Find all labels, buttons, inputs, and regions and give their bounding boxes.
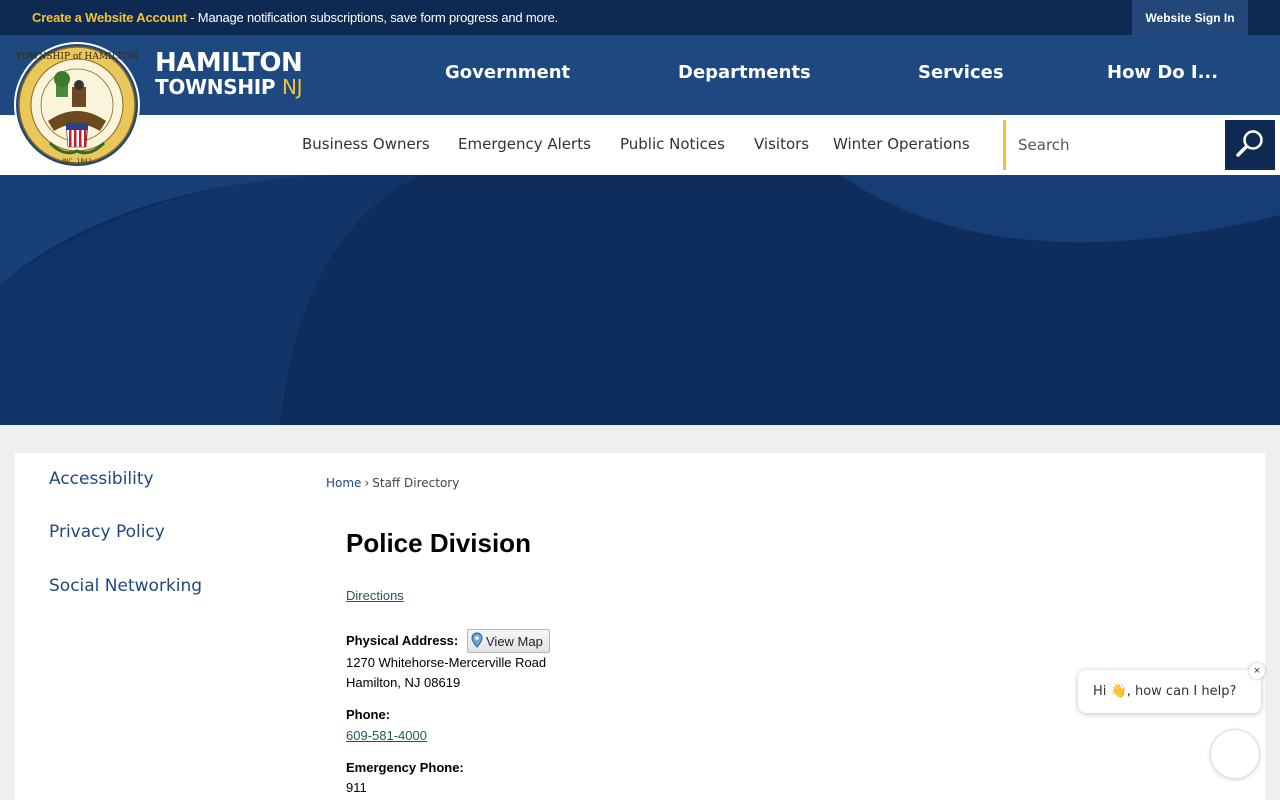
brand-township: TOWNSHIP <box>155 75 276 99</box>
create-account-link[interactable]: Create a Website Account <box>32 10 187 25</box>
page-title: Police Division <box>346 528 531 558</box>
nav-departments[interactable]: Departments <box>678 62 811 83</box>
chat-greeting-bubble[interactable]: Hi 👋, how can I help? <box>1078 670 1261 713</box>
nav-services[interactable]: Services <box>918 62 1004 83</box>
address-line-1: 1270 Whitehorse-Mercerville Road <box>346 655 547 670</box>
breadcrumb-current: Staff Directory <box>372 476 460 490</box>
address-line-2: Hamilton, NJ 08619 <box>346 675 461 690</box>
site-brand[interactable]: HAMILTON TOWNSHIP NJ <box>155 48 303 99</box>
site-header: HAMILTON TOWNSHIP NJ Government Departme… <box>0 35 1280 115</box>
emergency-phone-label: Emergency Phone: <box>346 760 464 775</box>
side-item-accessibility[interactable]: Accessibility <box>49 469 154 489</box>
phone-link[interactable]: 609-581-4000 <box>346 728 427 743</box>
township-seal-icon[interactable]: TOWNSHIP of HAMILTON INC. 1842 <box>14 39 140 171</box>
chat-close-button[interactable]: × <box>1249 663 1265 679</box>
nav-government[interactable]: Government <box>445 62 570 83</box>
side-item-privacy-policy[interactable]: Privacy Policy <box>49 522 165 542</box>
subnav-winter-operations[interactable]: Winter Operations <box>833 135 970 153</box>
account-message-text: - Manage notification subscriptions, sav… <box>186 10 559 25</box>
subnav-business-owners[interactable]: Business Owners <box>302 135 430 153</box>
subnav-public-notices[interactable]: Public Notices <box>620 135 725 153</box>
website-sign-in-button[interactable]: Website Sign In <box>1132 0 1248 35</box>
search-button[interactable] <box>1225 120 1275 170</box>
brand-line-1: HAMILTON <box>155 48 303 78</box>
chat-launcher-button[interactable] <box>1210 729 1260 779</box>
breadcrumb-home[interactable]: Home <box>326 476 361 490</box>
account-message: Create a Website Account - Manage notifi… <box>32 10 558 25</box>
hero-banner <box>0 175 1280 425</box>
directions-link[interactable]: Directions <box>346 588 404 603</box>
brand-nj: NJ <box>281 75 303 99</box>
view-map-label: View Map <box>486 633 543 649</box>
svg-text:TOWNSHIP of HAMILTON: TOWNSHIP of HAMILTON <box>16 52 138 62</box>
breadcrumb: Home › Staff Directory <box>326 476 459 490</box>
search-input[interactable] <box>1006 120 1225 170</box>
breadcrumb-separator: › <box>364 476 370 490</box>
subnav-visitors[interactable]: Visitors <box>754 135 809 153</box>
brand-line-2: TOWNSHIP NJ <box>155 75 303 99</box>
content-card <box>15 453 1265 800</box>
emergency-phone-value: 911 <box>346 780 367 795</box>
physical-address-label: Physical Address: <box>346 633 459 648</box>
top-utility-bar: Create a Website Account - Manage notifi… <box>0 0 1280 35</box>
search-box <box>1003 120 1225 170</box>
map-pin-icon <box>471 631 483 651</box>
subnav-emergency-alerts[interactable]: Emergency Alerts <box>458 135 591 153</box>
side-item-social-networking[interactable]: Social Networking <box>49 576 202 596</box>
view-map-button[interactable]: View Map <box>467 629 550 653</box>
phone-label: Phone: <box>346 707 391 722</box>
nav-how-do-i[interactable]: How Do I... <box>1107 62 1218 83</box>
search-icon <box>1235 128 1265 163</box>
chat-greeting-text: Hi 👋, how can I help? <box>1093 684 1237 699</box>
secondary-nav: Business Owners Emergency Alerts Public … <box>0 115 1280 175</box>
hero-wave-decoration <box>0 175 1280 425</box>
svg-text:INC. 1842: INC. 1842 <box>62 158 92 165</box>
